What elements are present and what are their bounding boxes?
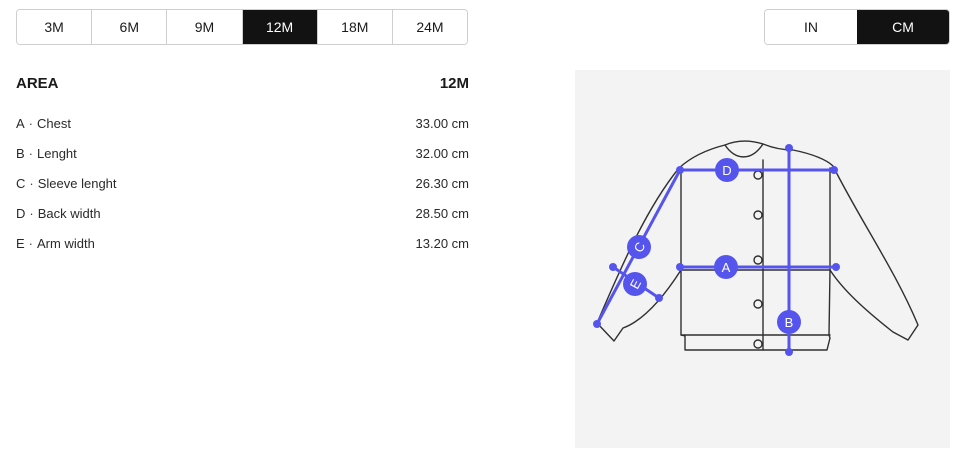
measure-marker-e: E [623, 272, 647, 296]
measurement-letter: A [16, 115, 25, 131]
button [753, 299, 763, 309]
size-tab-12m[interactable]: 12M [242, 10, 318, 44]
measurement-value: 26.30 cm [415, 175, 469, 191]
measurement-label: B · Lenght [16, 146, 77, 161]
measurement-name: Chest [37, 115, 71, 131]
neckline [724, 143, 764, 158]
measurement-diagram: D A B C E [575, 70, 950, 448]
measurement-row-sleeve-length: C · Sleeve lenght 26.30 cm [16, 168, 469, 198]
measurement-letter: D [16, 205, 26, 221]
size-tab-3m[interactable]: 3M [17, 10, 93, 44]
size-heading: 12M [439, 74, 469, 92]
separator-dot: · [28, 235, 34, 251]
measurement-label: E · Arm width [16, 236, 95, 251]
separator-dot: · [29, 175, 34, 191]
area-heading: AREA [16, 74, 59, 92]
measurement-table: AREA 12M A · Chest 33.00 cm B · Lenght 32.00… [16, 70, 469, 258]
button [753, 170, 763, 180]
svg-text:D: D [722, 163, 731, 178]
table-header: AREA 12M [16, 70, 469, 96]
unit-selector: IN CM [764, 9, 950, 45]
unit-tab-cm[interactable]: CM [857, 10, 949, 44]
measurement-name: Sleeve lenght [37, 175, 117, 191]
measurement-rows: A · Chest 33.00 cm B · Lenght 32.00 cm C · Sle… [16, 108, 469, 258]
separator-dot: · [28, 115, 34, 131]
size-tab-18m[interactable]: 18M [317, 10, 393, 44]
measurement-row-chest: A · Chest 33.00 cm [16, 108, 469, 138]
separator-dot: · [28, 145, 34, 161]
size-selector: 3M 6M 9M 12M 18M 24M [16, 9, 468, 45]
measurement-name: Lenght [37, 145, 77, 161]
measurement-value: 32.00 cm [415, 145, 469, 161]
size-tab-6m[interactable]: 6M [92, 10, 168, 44]
measure-marker-b: B [777, 310, 801, 334]
measurement-row-length: B · Lenght 32.00 cm [16, 138, 469, 168]
cardigan-illustration: D A B C E [593, 140, 919, 356]
button [753, 339, 763, 349]
button [753, 255, 763, 265]
separator-dot: · [29, 205, 34, 221]
measurement-label: C · Sleeve lenght [16, 176, 117, 191]
unit-tab-in[interactable]: IN [765, 10, 857, 44]
measurement-row-back-width: D · Back width 28.50 cm [16, 198, 469, 228]
measure-marker-a: A [714, 255, 738, 279]
measurement-label: D · Back width [16, 206, 101, 221]
measurement-letter: E [16, 235, 25, 251]
button [753, 210, 763, 220]
measure-marker-d: D [715, 158, 739, 182]
size-tab-9m[interactable]: 9M [167, 10, 243, 44]
measurement-value: 33.00 cm [415, 115, 469, 131]
measurement-name: Arm width [37, 235, 95, 251]
measurement-letter: B [16, 145, 25, 161]
measurement-value: 28.50 cm [415, 205, 469, 221]
measurement-name: Back width [37, 205, 101, 221]
measurement-row-arm-width: E · Arm width 13.20 cm [16, 228, 469, 258]
measurement-value: 13.20 cm [415, 235, 469, 251]
size-tab-24m[interactable]: 24M [392, 10, 467, 44]
svg-text:A: A [722, 260, 731, 275]
measurement-label: A · Chest [16, 116, 71, 131]
svg-text:B: B [785, 315, 794, 330]
measure-marker-c: C [627, 235, 651, 259]
measurement-letter: C [16, 175, 26, 191]
